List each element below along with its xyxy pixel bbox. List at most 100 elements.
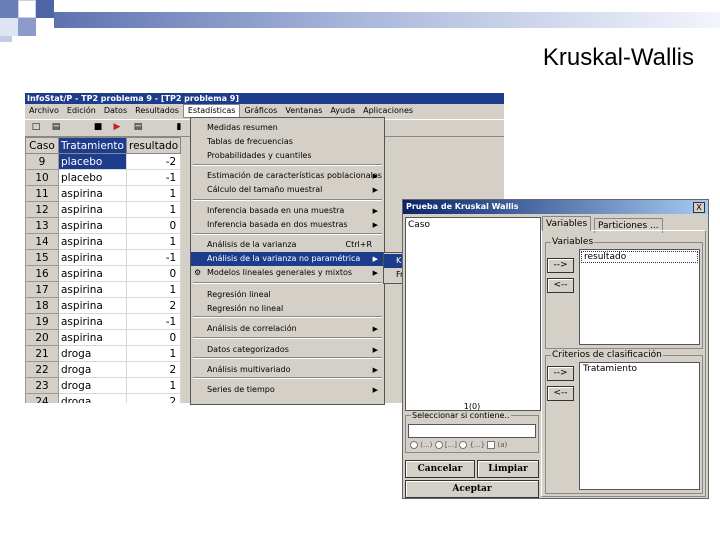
menu-item[interactable]: Inferencia basada en una muestra ▶ [191,204,384,218]
column-header-tratamiento[interactable]: Tratamiento [58,137,127,154]
menu-item[interactable]: Inferencia basada en dos muestras ▶ [191,218,384,232]
cell-caso[interactable]: 16 [25,265,59,282]
tab-variables[interactable]: Variables [542,216,592,231]
criteria-list[interactable]: Tratamiento [579,362,700,490]
move-right-button[interactable]: --> [547,258,574,273]
cancel-button[interactable]: Cancelar [405,460,475,478]
cell-caso[interactable]: 18 [25,297,59,314]
cell-tratamiento[interactable]: placebo [58,153,127,170]
table-row[interactable]: 13 aspirina 0 [25,217,182,234]
table-row[interactable]: 22 droga 2 [25,361,182,378]
criteria-move-right-button[interactable]: --> [547,366,574,381]
move-left-button[interactable]: <-- [547,278,574,293]
table-row[interactable]: 23 droga 1 [25,377,182,394]
cell-resultado[interactable]: 2 [126,297,182,314]
radio-braces[interactable] [459,441,468,449]
cell-caso[interactable]: 10 [25,169,59,186]
cell-resultado[interactable]: 0 [126,265,182,282]
cell-tratamiento[interactable]: droga [58,393,127,403]
table-row[interactable]: 21 droga 1 [25,345,182,362]
table-row[interactable]: 15 aspirina -1 [25,249,182,266]
cell-tratamiento[interactable]: aspirina [58,281,127,298]
list-item[interactable]: Caso [406,218,540,232]
menu-item[interactable]: Cálculo del tamaño muestral ▶ [191,183,384,197]
menu-item[interactable]: Series de tiempo ▶ [191,383,384,397]
cell-resultado[interactable]: 1 [126,185,182,202]
cell-tratamiento[interactable]: aspirina [58,217,127,234]
cell-tratamiento[interactable]: aspirina [58,201,127,218]
menu-item[interactable]: Modelos lineales generales y mixtos ▶ ⚙ [191,266,384,280]
table-row[interactable]: 20 aspirina 0 [25,329,182,346]
cell-caso[interactable]: 14 [25,233,59,250]
cell-tratamiento[interactable]: aspirina [58,297,127,314]
filter-input[interactable] [408,424,536,438]
cell-tratamiento[interactable]: droga [58,361,127,378]
cell-caso[interactable]: 13 [25,217,59,234]
variables-list[interactable]: resultado [579,249,700,345]
menu-item[interactable]: Estimación de características poblaciona… [191,169,384,183]
menu-item[interactable]: Análisis de la varianza no paramétrica ▶ [191,252,384,266]
source-variable-list[interactable]: Caso [405,217,541,411]
open-file-icon[interactable]: ▤ [50,122,62,133]
cell-caso[interactable]: 11 [25,185,59,202]
table-row[interactable]: 10 placebo -1 [25,169,182,186]
menu-graficos[interactable]: Gráficos [240,104,281,118]
cell-resultado[interactable]: 2 [126,393,182,403]
cell-resultado[interactable]: 1 [126,281,182,298]
table-row[interactable]: 9 placebo -2 [25,153,182,170]
table-row[interactable]: 18 aspirina 2 [25,297,182,314]
menu-edicion[interactable]: Edición [63,104,100,118]
cell-tratamiento[interactable]: aspirina [58,265,127,282]
table-row[interactable]: 19 aspirina -1 [25,313,182,330]
cell-tratamiento[interactable]: aspirina [58,233,127,250]
menu-item[interactable]: Análisis de correlación ▶ [191,322,384,336]
menu-ayuda[interactable]: Ayuda [326,104,359,118]
table-row[interactable]: 24 droga 2 [25,393,182,403]
cell-tratamiento[interactable]: placebo [58,169,127,186]
menu-item[interactable]: Tablas de frecuencias [191,135,384,149]
menu-item[interactable]: Probabilidades y cuantiles [191,149,384,163]
menu-item[interactable]: Análisis de la varianza Ctrl+R [191,238,384,252]
table-row[interactable]: 16 aspirina 0 [25,265,182,282]
criteria-move-left-button[interactable]: <-- [547,386,574,401]
cell-resultado[interactable]: -2 [126,153,182,170]
menu-aplicaciones[interactable]: Aplicaciones [359,104,417,118]
table-row[interactable]: 14 aspirina 1 [25,233,182,250]
cell-tratamiento[interactable]: aspirina [58,185,127,202]
checkbox-a[interactable] [487,441,496,449]
column-header-resultado[interactable]: resultado [125,137,182,154]
export-icon[interactable]: ▶ [111,122,123,133]
cell-resultado[interactable]: -1 [126,169,182,186]
menu-resultados[interactable]: Resultados [131,104,183,118]
cell-resultado[interactable]: 1 [126,377,182,394]
menu-item[interactable]: Datos categorizados ▶ [191,343,384,357]
menu-item[interactable]: Medidas resumen [191,121,384,135]
save-icon[interactable]: ■ [92,122,104,133]
menu-item[interactable]: Regresión lineal [191,288,384,302]
cell-resultado[interactable]: -1 [126,313,182,330]
cell-caso[interactable]: 22 [25,361,59,378]
menu-item[interactable]: Análisis multivariado ▶ [191,363,384,377]
radio-brackets[interactable] [434,441,443,449]
cell-resultado[interactable]: -1 [126,249,182,266]
print-icon[interactable]: ▤ [132,122,144,133]
menu-estadisticas[interactable]: Estadísticas [182,104,241,118]
table-row[interactable]: 11 aspirina 1 [25,185,182,202]
cell-resultado[interactable]: 0 [126,217,182,234]
cell-tratamiento[interactable]: aspirina [58,313,127,330]
menu-archivo[interactable]: Archivo [25,104,63,118]
table-row[interactable]: 12 aspirina 1 [25,201,182,218]
cell-caso[interactable]: 24 [25,393,59,403]
cell-tratamiento[interactable]: aspirina [58,329,127,346]
cell-resultado[interactable]: 0 [126,329,182,346]
column-header-caso[interactable]: Caso [25,137,59,154]
cell-caso[interactable]: 23 [25,377,59,394]
cell-tratamiento[interactable]: droga [58,345,127,362]
cell-resultado[interactable]: 1 [126,233,182,250]
list-item[interactable]: Tratamiento [580,363,699,375]
cell-caso[interactable]: 20 [25,329,59,346]
clear-button[interactable]: Limpiar [477,460,539,478]
close-icon[interactable]: X [693,202,705,213]
new-file-icon[interactable]: □ [30,122,42,133]
accept-button[interactable]: Aceptar [405,480,539,498]
